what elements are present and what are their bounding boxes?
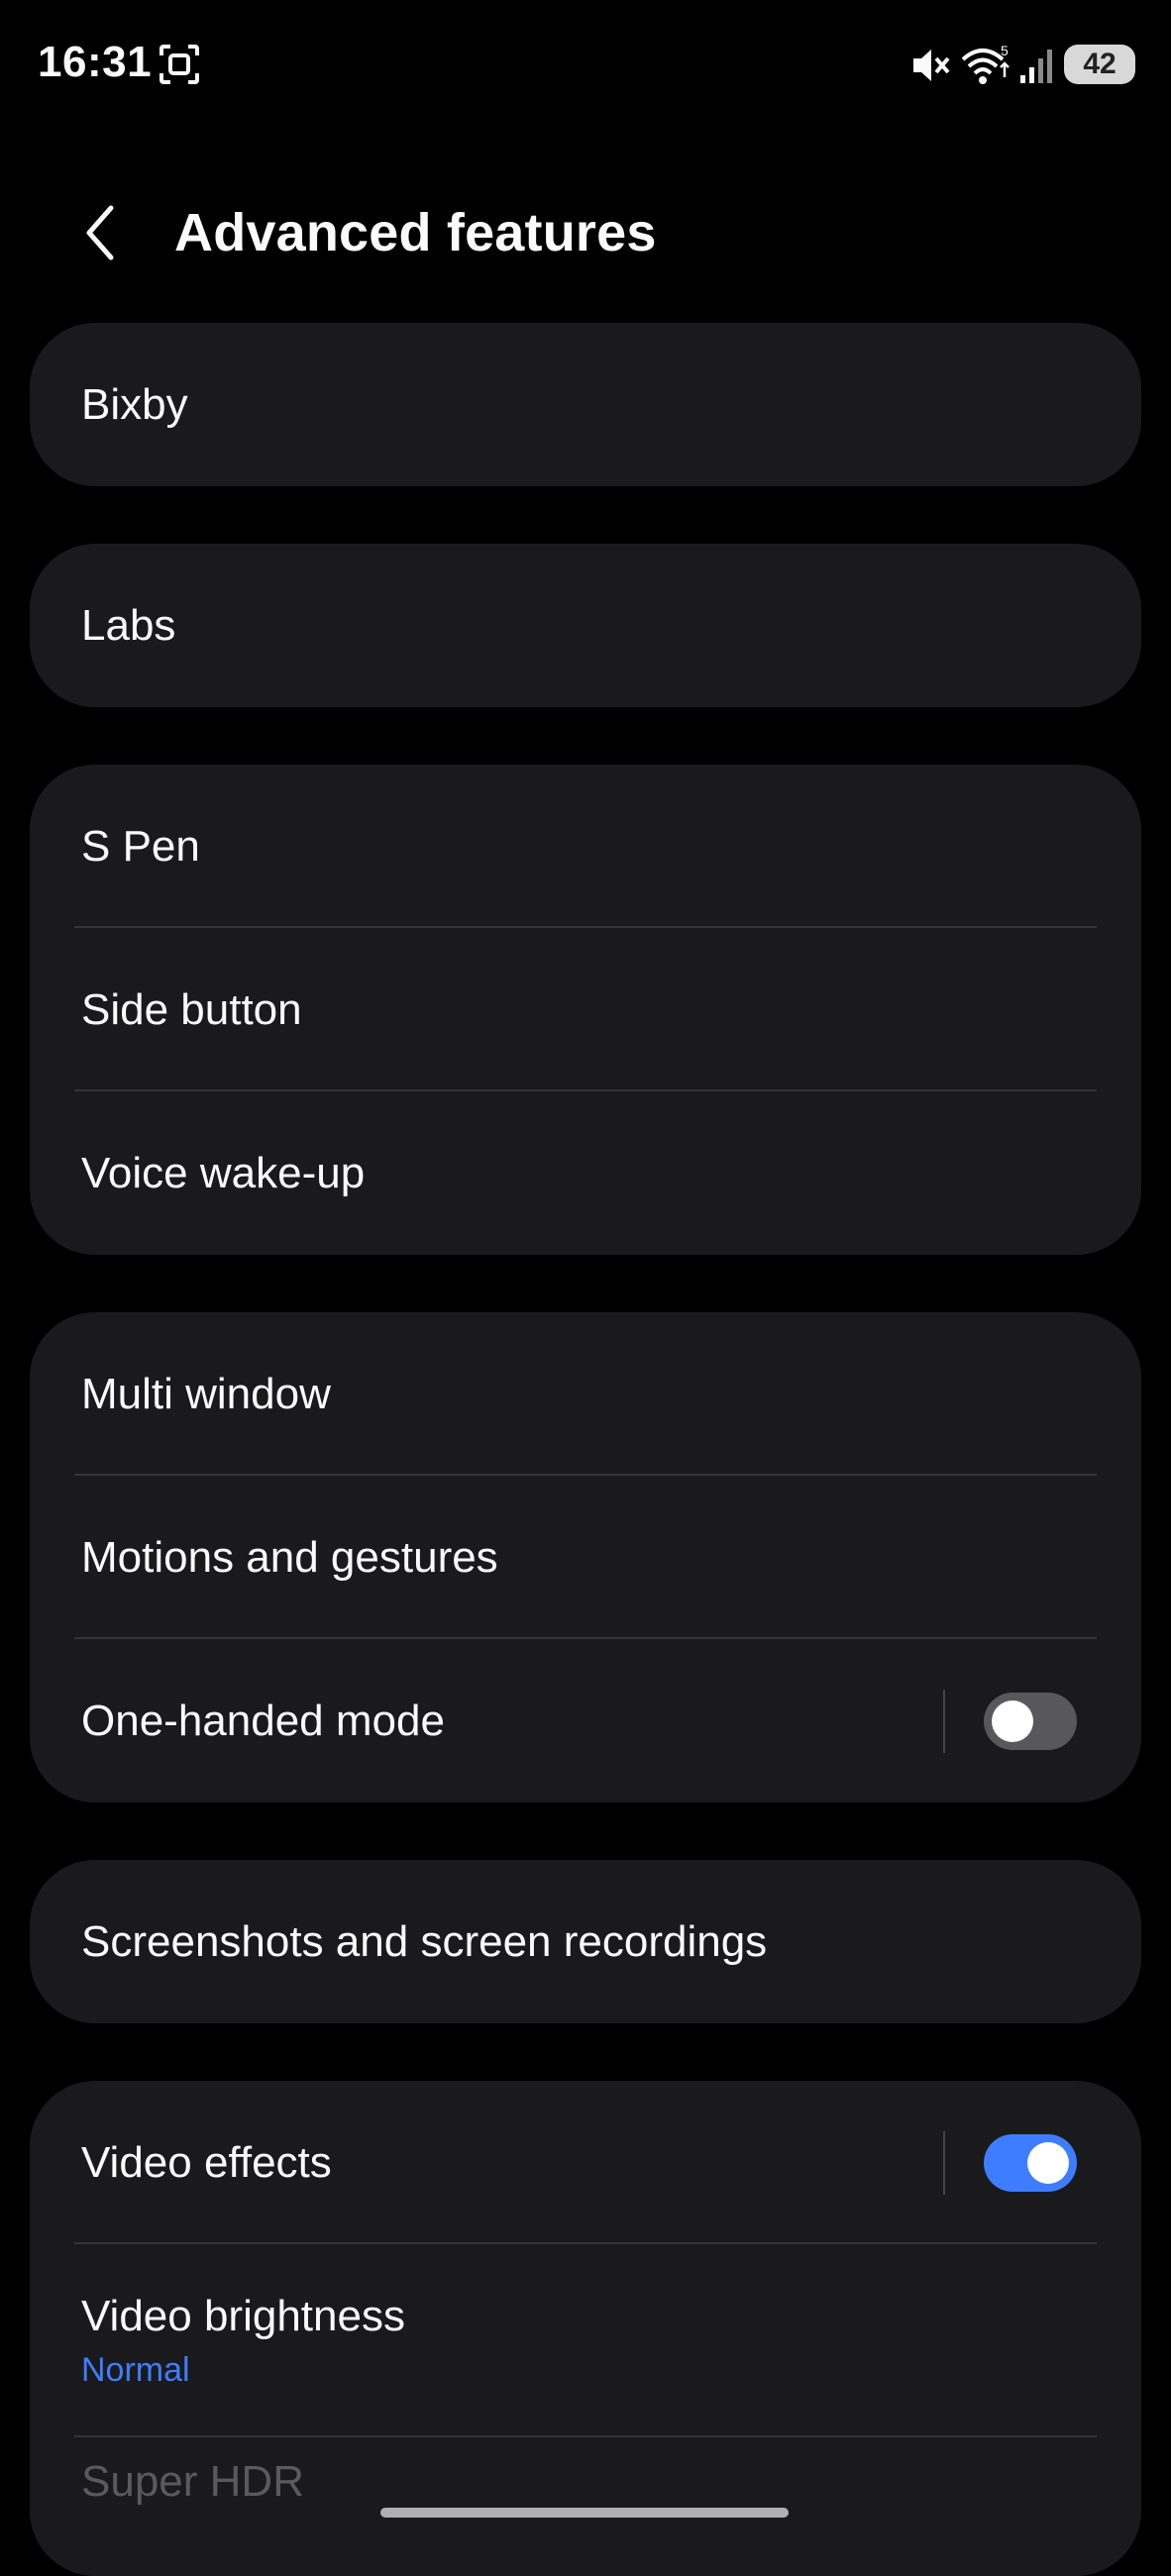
home-indicator[interactable] [380, 2508, 789, 2518]
setting-side-button[interactable]: Side button [30, 928, 1141, 1091]
settings-group-multitasking: Multi window Motions and gestures One-ha… [30, 1312, 1141, 1803]
back-button[interactable] [67, 198, 137, 267]
setting-s-pen[interactable]: S Pen [30, 765, 1141, 928]
vertical-separator [943, 2130, 945, 2195]
setting-one-handed-mode[interactable]: One-handed mode [30, 1639, 1141, 1803]
setting-labs[interactable]: Labs [30, 544, 1141, 707]
status-bar: 16:31 5 42 [0, 0, 1171, 129]
settings-group-video: Video effects Video brightness Normal Su… [30, 2081, 1141, 2576]
setting-label: S Pen [81, 821, 200, 871]
setting-label: Video effects [81, 2137, 332, 2187]
setting-label: One-handed mode [81, 1696, 445, 1745]
setting-label: Video brightness [81, 2292, 405, 2340]
status-time: 16:31 [38, 38, 153, 86]
one-handed-mode-toggle[interactable] [984, 1692, 1077, 1750]
page-title: Advanced features [174, 203, 657, 262]
setting-video-effects[interactable]: Video effects [30, 2081, 1141, 2244]
settings-group-screenshots: Screenshots and screen recordings [30, 1860, 1141, 2023]
video-effects-toggle[interactable] [984, 2133, 1077, 2192]
battery-icon: 42 [1064, 45, 1135, 84]
setting-motions-gestures[interactable]: Motions and gestures [30, 1476, 1141, 1639]
setting-bixby[interactable]: Bixby [30, 323, 1141, 486]
setting-super-hdr[interactable]: Super HDR [30, 2437, 1141, 2556]
setting-multi-window[interactable]: Multi window [30, 1312, 1141, 1476]
settings-group-bixby: Bixby [30, 323, 1141, 486]
setting-label: Bixby [81, 379, 188, 429]
setting-label: Motions and gestures [81, 1532, 498, 1582]
setting-label: Labs [81, 600, 176, 650]
signal-icon [1018, 46, 1058, 90]
setting-label: Multi window [81, 1369, 331, 1418]
mute-icon [909, 46, 951, 90]
chevron-left-icon [86, 205, 114, 260]
setting-screenshots-recordings[interactable]: Screenshots and screen recordings [30, 1860, 1141, 2023]
setting-label: Side button [81, 984, 302, 1034]
setting-video-brightness[interactable]: Video brightness Normal [30, 2244, 1141, 2437]
settings-group-pen: S Pen Side button Voice wake-up [30, 765, 1141, 1255]
svg-text:5: 5 [1001, 44, 1009, 58]
settings-group-labs: Labs [30, 544, 1141, 707]
setting-voice-wake-up[interactable]: Voice wake-up [30, 1091, 1141, 1255]
toggle-knob [992, 1700, 1033, 1742]
setting-label: Screenshots and screen recordings [81, 1916, 768, 1966]
screenshot-icon [159, 44, 200, 90]
wifi-icon: 5 [959, 43, 1012, 90]
toggle-knob [1027, 2141, 1069, 2184]
setting-label: Voice wake-up [81, 1148, 366, 1197]
setting-value: Normal [81, 2351, 190, 2389]
setting-label: Super HDR [81, 2457, 304, 2506]
vertical-separator [943, 1689, 945, 1753]
app-header: Advanced features [0, 158, 1171, 307]
